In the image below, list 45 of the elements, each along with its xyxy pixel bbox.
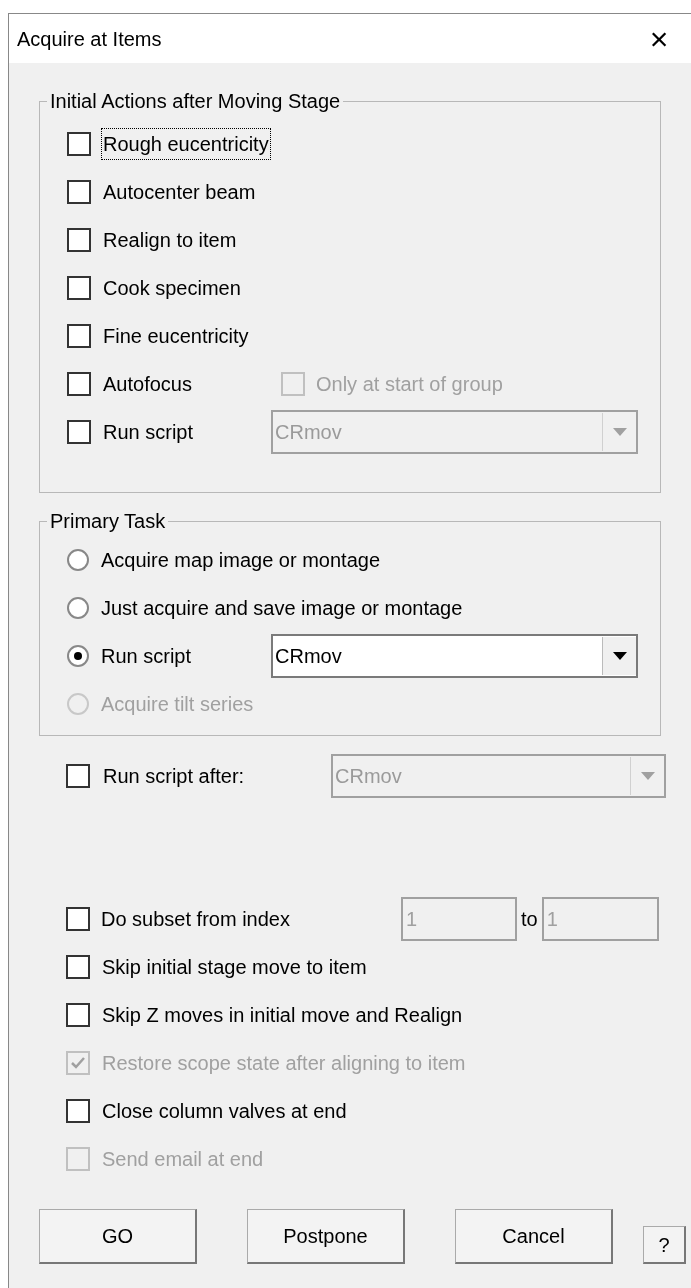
checkbox-label: Autocenter beam — [102, 180, 257, 205]
help-button[interactable]: ? — [643, 1226, 686, 1264]
checkbox[interactable] — [67, 372, 91, 396]
checkbox-label: Fine eucentricity — [102, 324, 250, 349]
checkbox[interactable] — [66, 1099, 90, 1123]
checkbox-label: Run script — [102, 420, 195, 445]
radio-label: Acquire map image or montage — [101, 548, 381, 573]
radio-label: Just acquire and save image or montage — [101, 596, 463, 621]
caret-icon — [640, 772, 655, 780]
caret-icon — [612, 652, 627, 660]
radio-label: Run script — [101, 644, 192, 669]
dialog-button[interactable]: Postpone — [247, 1209, 405, 1264]
checkbox[interactable] — [67, 324, 91, 348]
checkbox[interactable] — [66, 955, 90, 979]
checkbox[interactable] — [67, 228, 91, 252]
checkbox[interactable] — [66, 764, 90, 788]
radio-button[interactable] — [67, 549, 89, 571]
checkbox-label: Send email at end — [101, 1147, 265, 1172]
checkbox[interactable] — [66, 1003, 90, 1027]
dialog-button[interactable]: GO — [39, 1209, 197, 1264]
checkbox[interactable] — [67, 180, 91, 204]
window-title: Acquire at Items — [17, 26, 162, 52]
checkbox-label: Rough eucentricity — [102, 129, 270, 159]
checkbox[interactable] — [67, 420, 91, 444]
checkbox-label: Skip initial stage move to item — [101, 955, 368, 980]
checkbox-label: Do subset from index — [101, 907, 290, 932]
checkbox[interactable] — [67, 276, 91, 300]
radio-button[interactable] — [67, 597, 89, 619]
checkbox-label: Cook specimen — [102, 276, 242, 301]
checkbox-label: Skip Z moves in initial move and Realign — [101, 1003, 464, 1028]
check-icon — [70, 1055, 86, 1071]
checkbox-label: Run script after: — [103, 764, 245, 789]
checkbox-label: Only at start of group — [315, 372, 504, 397]
checkbox-label: Restore scope state after aligning to item — [101, 1051, 467, 1076]
radio-label: Acquire tilt series — [101, 692, 254, 717]
script-dropdown[interactable]: CRmov — [271, 634, 638, 678]
checkbox-label: Close column valves at end — [101, 1099, 348, 1124]
radio-button[interactable] — [67, 645, 89, 667]
checkbox[interactable] — [67, 132, 91, 156]
close-button[interactable]: × — [639, 18, 679, 59]
to-label: to — [520, 907, 539, 932]
checkbox-label: Autofocus — [102, 372, 193, 397]
dialog-button[interactable]: Cancel — [455, 1209, 613, 1264]
caret-icon — [612, 428, 627, 436]
checkbox-label: Realign to item — [102, 228, 238, 253]
